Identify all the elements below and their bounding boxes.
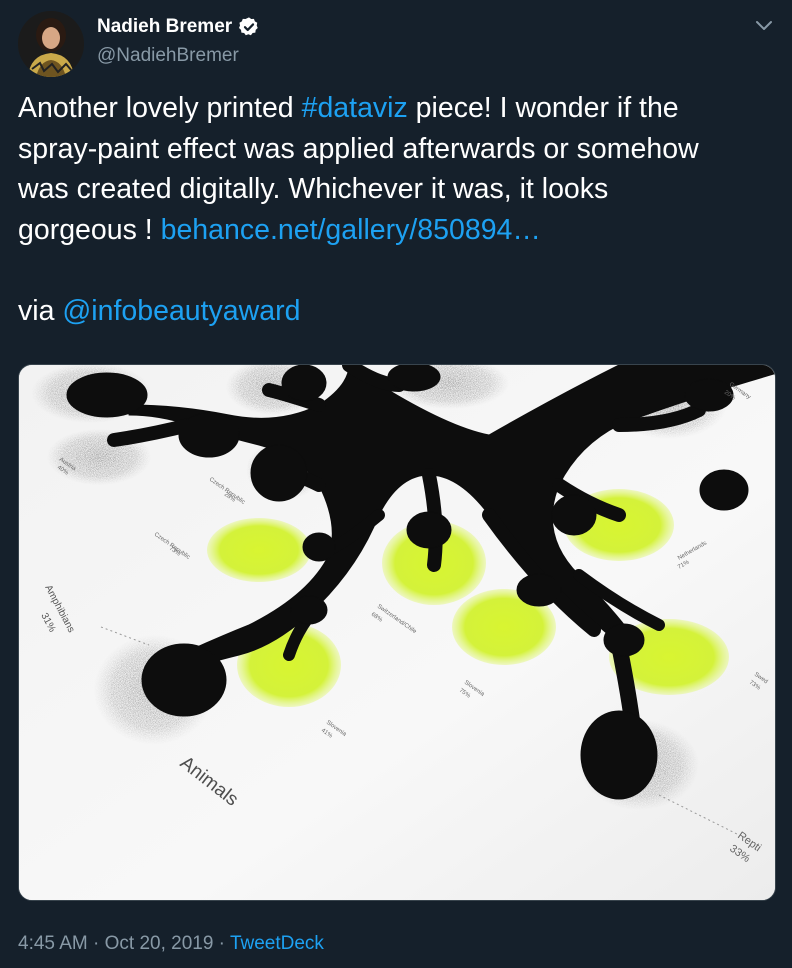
tweet-text-segment: piece! I wonder if the [407,92,679,124]
timestamp-link[interactable]: 4:45 AM [18,933,88,954]
tweet-via-line: via @infobeautyaward [18,291,778,332]
media-image[interactable]: Austria 40% Czech Republic 28% Czech Rep… [18,364,776,901]
tweet-line-1: Another lovely printed #dataviz piece! I… [18,88,778,129]
hashtag-link[interactable]: #dataviz [302,92,408,124]
author-handle[interactable]: @NadiehBremer [97,45,239,67]
author-name-row: Nadieh Bremer [97,16,260,38]
tweet-line-2: spray-paint effect was applied afterward… [18,132,699,165]
chevron-down-icon[interactable] [752,14,776,38]
client-link[interactable]: TweetDeck [230,933,324,954]
meta-separator: · [87,933,105,954]
via-label: via [18,294,63,327]
tweet: Nadieh Bremer @NadiehBremer Another love… [0,0,792,968]
spray-paint-dataviz-photo: Austria 40% Czech Republic 28% Czech Rep… [19,365,775,900]
tweet-line-3: was created digitally. Whichever it was,… [18,173,609,205]
date-link[interactable]: Oct 20, 2019 [105,933,214,954]
tweet-meta: 4:45 AM · Oct 20, 2019 · TweetDeck [18,933,324,955]
url-link[interactable]: behance.net/gallery/850894… [161,214,541,246]
avatar[interactable] [18,11,84,77]
meta-separator: · [213,933,230,954]
tweet-text-segment: gorgeous ! [18,213,161,246]
display-name[interactable]: Nadieh Bremer [97,16,232,38]
tweet-line-4: gorgeous ! behance.net/gallery/850894… [18,210,778,251]
tweet-text-segment: Another lovely printed [18,92,302,124]
verified-badge-icon [238,16,260,38]
mention-link[interactable]: @infobeautyaward [62,295,300,327]
tweet-text: Another lovely printed #dataviz piece! I… [18,88,778,331]
